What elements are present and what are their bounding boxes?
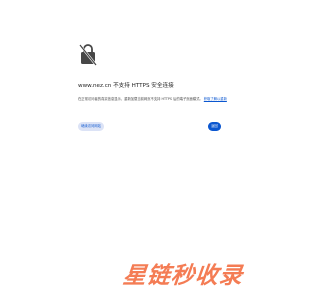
description-text: 在正常访问者的真实信息显示，重新加载当前网页不支持 HTTPS 后的端子页面模式… [78,97,227,102]
learn-more-link[interactable]: 获取了解以重新 [204,97,227,101]
watermark-text: 星链秒收录 [121,263,245,289]
page-title: www.nez.cn 不支持 HTTPS 安全连接 [78,83,174,89]
back-button[interactable]: 返回 [208,122,221,131]
description-body: 在正常访问者的真实信息显示，重新加载当前网页不支持 HTTPS 后的端子页面模式… [78,97,203,101]
lock-crossed-icon [79,44,97,66]
continue-to-site-button[interactable]: 继续访问网站 [78,122,104,131]
